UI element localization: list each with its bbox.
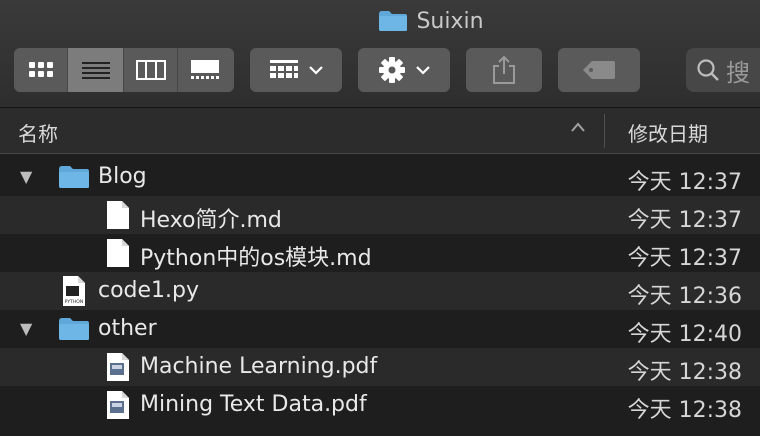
file-date: 今天 12:38 [627,398,742,423]
title-bar: Suixin 搜 [0,0,760,108]
group-grid-icon [270,60,298,78]
list-item[interactable]: Machine Learning.pdf 今天 12:38 [0,348,760,386]
search-icon [697,59,719,81]
group-by-button[interactable] [250,48,342,92]
tags-button[interactable] [558,48,640,92]
action-button[interactable] [358,48,450,92]
column-name-header[interactable]: 名称 [18,118,58,147]
file-date: 今天 12:38 [627,360,742,385]
folder-icon [58,317,90,347]
list-item[interactable]: Python中的os模块.md 今天 12:37 [0,234,760,272]
pdf-icon [106,390,130,426]
search-placeholder: 搜 [726,58,750,87]
file-name: other [98,316,157,341]
pdf-icon [106,352,130,388]
document-icon [106,200,130,236]
file-name: Blog [98,164,147,189]
tag-icon [583,61,615,79]
folder-icon [58,165,90,195]
sort-ascending-icon [570,118,586,137]
list-item[interactable]: Hexo简介.md 今天 12:37 [0,196,760,234]
document-icon [106,238,130,274]
list-item[interactable]: ▼ other 今天 12:40 [0,310,760,348]
folder-icon [378,10,408,32]
gear-icon [379,57,405,83]
gallery-view-button[interactable] [178,48,232,92]
file-name: code1.py [98,278,200,303]
share-button[interactable] [466,48,542,92]
view-mode-control[interactable] [14,48,234,92]
file-date: 今天 12:37 [627,170,742,195]
file-date: 今天 12:37 [627,208,742,233]
file-date: 今天 12:40 [627,322,742,347]
file-name: Machine Learning.pdf [140,354,378,379]
list-view-button[interactable] [68,48,124,92]
column-header: 名称 修改日期 [0,108,760,154]
disclosure-triangle-icon[interactable]: ▼ [20,167,32,186]
list-item[interactable]: PYTHON code1.py 今天 12:36 [0,272,760,310]
file-date: 今天 12:37 [627,246,742,271]
icon-grid-icon [28,62,53,77]
file-name: Python中的os模块.md [140,246,372,271]
share-icon [493,55,515,84]
columns-icon [135,60,166,80]
list-item[interactable]: Mining Text Data.pdf 今天 12:38 [0,386,760,424]
window-title: Suixin [0,6,760,36]
file-name: Hexo简介.md [140,208,282,233]
column-view-button[interactable] [124,48,178,92]
list-lines-icon [81,62,110,79]
chevron-down-icon [309,66,323,75]
file-name: Mining Text Data.pdf [140,392,367,417]
python-icon-label: PYTHON [65,299,83,305]
python-file-icon: PYTHON [62,275,86,313]
search-field[interactable]: 搜 [686,48,760,92]
gallery-icon [191,60,219,79]
column-date-header[interactable]: 修改日期 [628,118,708,147]
icon-view-button[interactable] [14,48,68,92]
list-item[interactable]: ▼ Blog 今天 12:37 [0,158,760,196]
file-list: ▼ Blog 今天 12:37 Hexo简介.md 今天 12:37 Pytho… [0,158,760,424]
chevron-down-icon [416,66,430,75]
file-date: 今天 12:36 [627,284,742,309]
window-title-text: Suixin [416,8,484,34]
column-divider[interactable] [604,114,605,148]
disclosure-triangle-icon[interactable]: ▼ [20,319,32,338]
